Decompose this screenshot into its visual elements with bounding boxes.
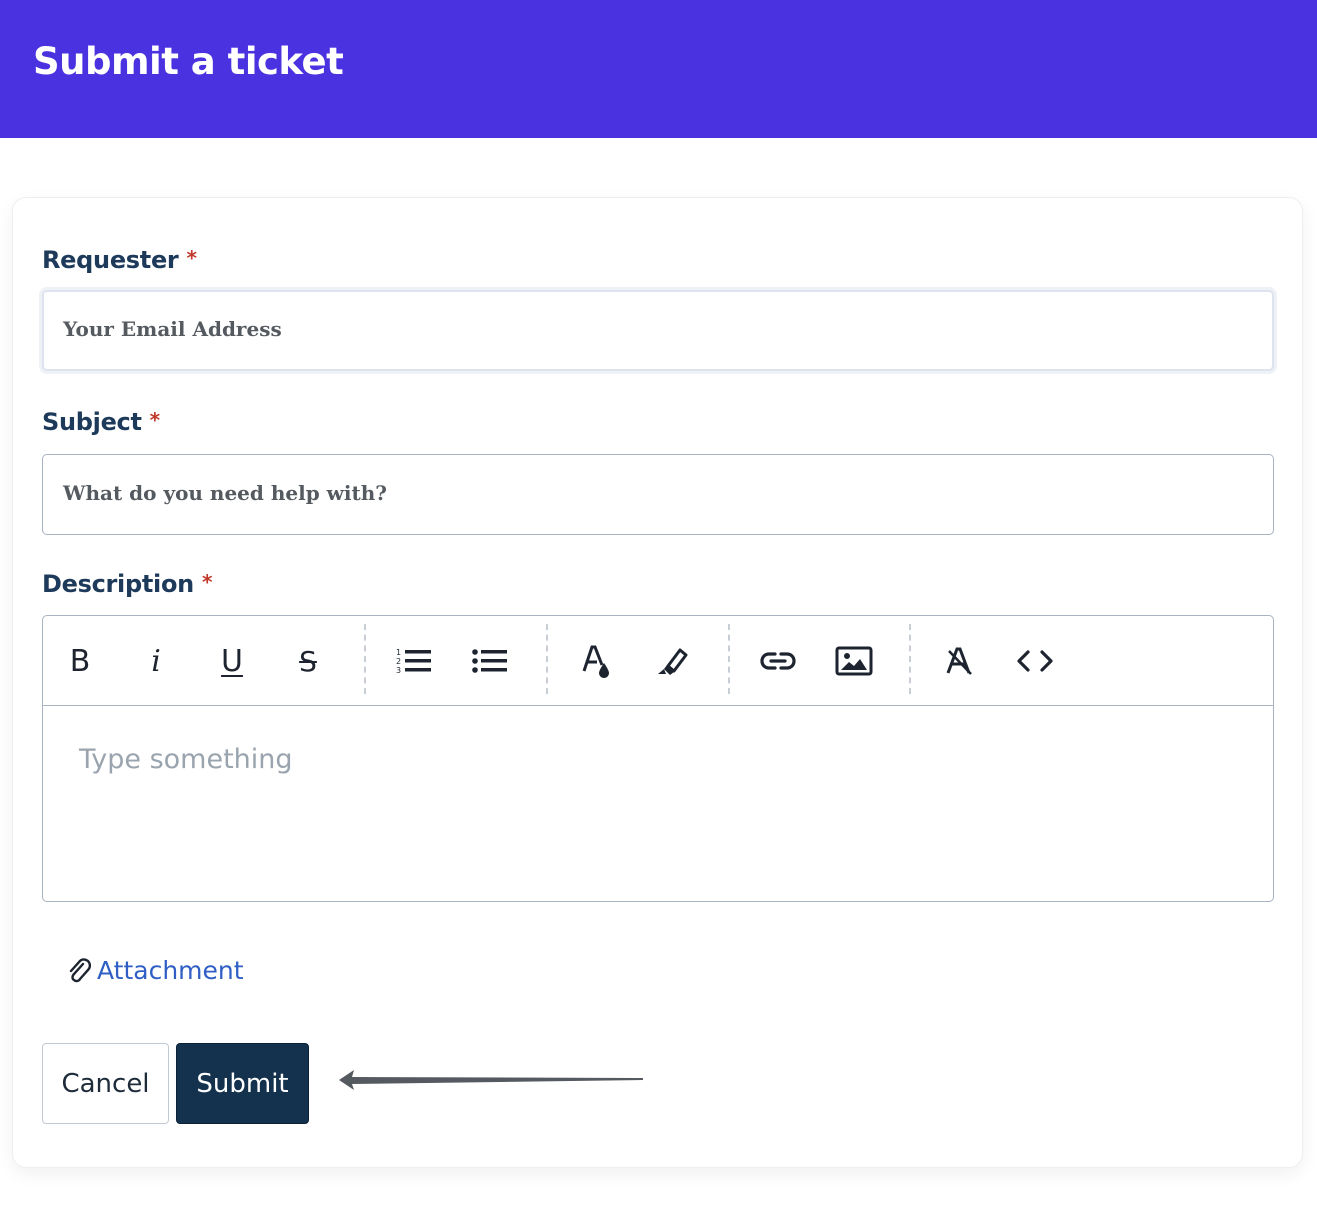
highlight-button[interactable] [651,640,693,682]
description-placeholder: Type something [79,744,293,775]
bold-icon: B [69,643,91,679]
requester-email-input[interactable]: Your Email Address [42,290,1274,371]
bold-button[interactable]: B [59,640,101,682]
code-view-button[interactable] [1014,640,1056,682]
italic-button[interactable]: i [135,640,177,682]
pointer-arrow-icon [339,1070,643,1090]
requester-label: Requester * [42,246,197,274]
image-button[interactable] [833,640,875,682]
cancel-button[interactable]: Cancel [42,1043,169,1124]
page-header: Submit a ticket [0,0,1317,138]
attachment-link[interactable]: Attachment [67,956,244,985]
cancel-button-label: Cancel [61,1068,150,1099]
required-mark: * [149,408,160,432]
attachment-label: Attachment [97,956,244,985]
description-textarea[interactable]: Type something [79,744,293,775]
subject-label: Subject * [42,408,160,436]
requester-label-text: Requester [42,246,179,274]
toolbar-divider [364,624,366,694]
text-color-icon [582,645,609,678]
description-label: Description * [42,570,212,598]
svg-text:3: 3 [396,666,401,675]
editor-toolbar: B i U S 1 2 3 [43,616,1273,706]
toolbar-divider [546,624,548,694]
description-label-text: Description [42,570,194,598]
underline-button[interactable]: U [211,640,253,682]
paperclip-icon [69,957,91,982]
subject-placeholder: What do you need help with? [63,481,387,505]
link-button[interactable] [757,640,799,682]
link-icon [760,652,796,670]
code-icon [1017,650,1053,672]
page-title: Submit a ticket [33,40,344,83]
italic-icon: i [151,643,161,679]
bullet-list-button[interactable] [469,640,511,682]
highlight-icon [658,648,688,675]
svg-text:2: 2 [396,657,401,666]
submit-button[interactable]: Submit [176,1043,309,1124]
bullet-list-icon [472,649,507,673]
ticket-form-card: Requester * Your Email Address Subject * W… [12,197,1303,1168]
ordered-list-icon: 1 2 3 [396,648,431,675]
strikethrough-icon: S [299,644,317,678]
image-icon [835,646,873,676]
clear-format-icon [946,647,972,675]
ordered-list-button[interactable]: 1 2 3 [393,640,435,682]
required-mark: * [201,570,213,594]
strikethrough-button[interactable]: S [287,640,329,682]
svg-text:1: 1 [396,648,401,657]
underline-icon: U [221,643,243,679]
requester-placeholder: Your Email Address [63,317,282,341]
text-color-button[interactable] [575,640,617,682]
required-mark: * [186,246,197,270]
subject-label-text: Subject [42,408,142,436]
clear-format-button[interactable] [938,640,980,682]
submit-button-label: Submit [196,1068,289,1099]
description-editor: B i U S 1 2 3 Type something [42,615,1274,902]
toolbar-divider [909,624,911,694]
subject-input[interactable]: What do you need help with? [42,454,1274,535]
toolbar-divider [728,624,730,694]
